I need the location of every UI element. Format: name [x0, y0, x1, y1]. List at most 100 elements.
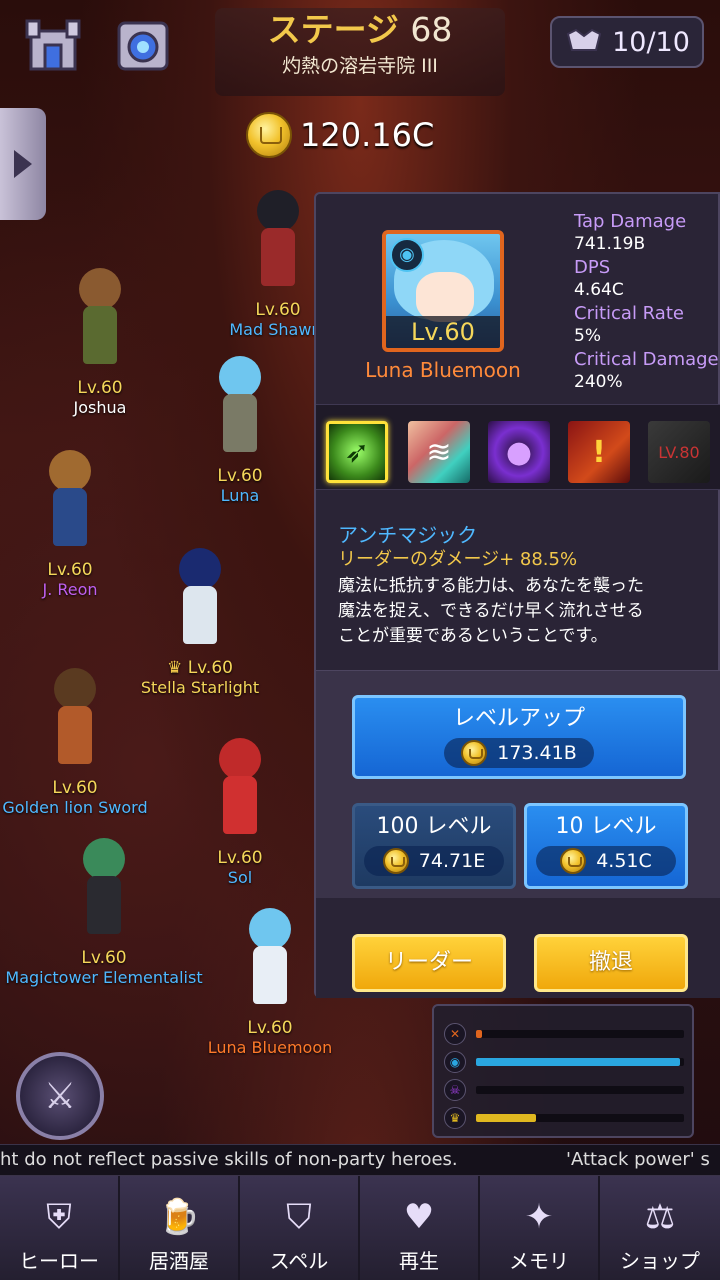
nav-label: メモリ	[509, 1249, 569, 1273]
locked-skill-level: LV.80	[658, 442, 700, 462]
nav-spells[interactable]: ⛉ スペル	[240, 1176, 360, 1280]
stage-subtitle: 灼熱の溶岩寺院 III	[282, 55, 438, 77]
field-hero[interactable]: ♛ Lv.60 Stella Starlight	[130, 548, 270, 697]
gold-value: 120.16C	[300, 116, 435, 154]
level-100-label: 100 レベル	[376, 814, 492, 839]
crossed-swords-button[interactable]: ⚔	[16, 1052, 104, 1140]
level-100-button[interactable]: 100 レベル 74.71E	[352, 803, 516, 889]
stat-label: Critical Damage	[574, 349, 719, 370]
skill-alert-book-icon[interactable]: !	[568, 421, 630, 483]
stat-label: DPS	[574, 257, 611, 278]
stat-value: 4.64C	[574, 280, 624, 300]
hero-name: Sol	[227, 868, 253, 887]
nav-shop[interactable]: ⚖ ショップ	[600, 1176, 720, 1280]
hero-name: Luna Bluemoon	[207, 1038, 333, 1057]
skull-icon: ☠	[444, 1079, 466, 1101]
field-hero[interactable]: Lv.60 Golden lion Sword	[0, 668, 150, 817]
skill-void-orb-icon[interactable]: ●	[488, 421, 550, 483]
skill-locked-icon[interactable]: LV.80	[648, 421, 710, 483]
gold-coin-icon	[382, 848, 409, 874]
stat-bar-row: ♛	[444, 1106, 684, 1130]
hero-name: Magictower Elementalist	[5, 968, 203, 987]
portrait-level: Lv.60	[386, 316, 500, 348]
castle-icon[interactable]	[22, 12, 84, 74]
hero-stats: Tap Damage 741.19B DPS 4.64C Critical Ra…	[574, 210, 720, 394]
side-expand-tab[interactable]	[0, 108, 46, 220]
field-hero[interactable]: Lv.60 J. Reon	[10, 450, 130, 599]
ticker-text: ht do not reflect passive skills of non-…	[0, 1149, 458, 1170]
level-up-label: レベルアップ	[452, 706, 585, 731]
portal-icon[interactable]	[112, 12, 174, 74]
hero-level: Lv.60	[47, 560, 93, 580]
nav-tavern[interactable]: 🍺 居酒屋	[120, 1176, 240, 1280]
field-hero[interactable]: Lv.60 Sol	[190, 738, 290, 887]
field-hero[interactable]: Lv.60 Magictower Elementalist	[4, 838, 204, 987]
stat-value: 741.19B	[574, 234, 646, 254]
level-10-button[interactable]: 10 レベル 4.51C	[524, 803, 688, 889]
stat-value: 240%	[574, 372, 623, 392]
hero-level: Lv.60	[81, 948, 127, 968]
hero-name: Stella Starlight	[140, 678, 260, 697]
energy-counter[interactable]: 10/10	[550, 16, 704, 68]
scales-icon: ⚖	[644, 1197, 676, 1237]
gold-coin-icon	[246, 112, 292, 158]
hero-name: Luna	[220, 486, 260, 505]
hero-portrait: ◉ Lv.60	[382, 230, 504, 352]
skill-breath-icon[interactable]: ≋	[408, 421, 470, 483]
field-hero[interactable]: Lv.60 Joshua	[40, 268, 160, 417]
stat-bar-fill	[476, 1030, 483, 1038]
stage-number: 68	[410, 10, 453, 49]
party-stat-panel: ✕ ◉ ☠ ♛	[432, 1004, 694, 1138]
stage-title: ステージ 68	[215, 8, 505, 52]
nav-memory[interactable]: ✦ メモリ	[480, 1176, 600, 1280]
energy-icon	[566, 28, 602, 51]
hero-level: Lv.60	[217, 848, 263, 868]
crown-icon: ♛	[444, 1107, 466, 1129]
stat-bar-track	[476, 1058, 684, 1066]
gold-display: 120.16C	[246, 112, 434, 158]
energy-value: 10/10	[612, 26, 690, 58]
star-icon: ✦	[524, 1197, 554, 1237]
gold-coin-icon	[560, 848, 587, 874]
beer-mug-icon: 🍺	[157, 1197, 201, 1237]
nav-label: スペル	[269, 1249, 329, 1273]
level-up-button[interactable]: レベルアップ 173.41B	[352, 695, 686, 779]
crossed-swords-icon: ⚔	[43, 1075, 77, 1117]
skill-strip: ➶ ≋ ● ! LV.80	[316, 404, 720, 490]
stat-label: Tap Damage	[574, 211, 687, 232]
leader-button[interactable]: リーダー	[352, 934, 506, 992]
stat-bar-row: ✕	[444, 1022, 684, 1046]
gold-coin-icon	[461, 740, 488, 766]
nav-label: ショップ	[620, 1249, 700, 1273]
stage-panel: ステージ 68 灼熱の溶岩寺院 III	[215, 8, 505, 96]
helmet-icon: ⛨	[46, 1197, 72, 1237]
hero-name: Golden lion Sword	[2, 798, 148, 817]
stat-value: 5%	[574, 326, 601, 346]
ticker-text: 'Attack power' s	[566, 1149, 710, 1170]
level-10-label: 10 レベル	[555, 814, 657, 839]
hero-level: Lv.60	[247, 1018, 293, 1038]
hero-level: Lv.60	[52, 778, 98, 798]
info-ticker: ht do not reflect passive skills of non-…	[0, 1144, 720, 1176]
stage-label: ステージ	[267, 10, 399, 49]
skill-anti-magic-icon[interactable]: ➶	[326, 421, 388, 483]
stat-bar-row: ☠	[444, 1078, 684, 1102]
bottom-nav: ⛨ ヒーロー 🍺 居酒屋 ⛉ スペル ♥ 再生 ✦ メモリ ⚖ ショップ	[0, 1176, 720, 1280]
water-element-icon: ◉	[390, 238, 424, 272]
stat-label: Critical Rate	[574, 303, 684, 324]
retreat-button[interactable]: 撤退	[534, 934, 688, 992]
stat-bar-track	[476, 1114, 684, 1122]
nav-label: 再生	[399, 1249, 439, 1273]
level-up-area: レベルアップ 173.41B 100 レベル 74.71E 10 レベル 4.5…	[316, 670, 720, 898]
level-up-cost: 173.41B	[444, 738, 594, 768]
arrow-right-icon	[14, 150, 32, 178]
nav-rebirth[interactable]: ♥ 再生	[360, 1176, 480, 1280]
field-hero[interactable]: Lv.60 Luna	[180, 356, 300, 505]
hero-level: ♛ Lv.60	[167, 658, 233, 678]
heart-icon: ♥	[403, 1197, 435, 1237]
leader-crown-icon: ♛	[167, 658, 188, 678]
skill-text: 魔法に抵抗する能力は、あなたを襲った 魔法を捉え、できるだけ早く流れさせる こと…	[338, 576, 644, 646]
skill-description: アンチマジック リーダーのダメージ+ 88.5% 魔法に抵抗する能力は、あなたを…	[338, 522, 710, 649]
nav-heroes[interactable]: ⛨ ヒーロー	[0, 1176, 120, 1280]
level-10-cost: 4.51C	[536, 846, 676, 876]
